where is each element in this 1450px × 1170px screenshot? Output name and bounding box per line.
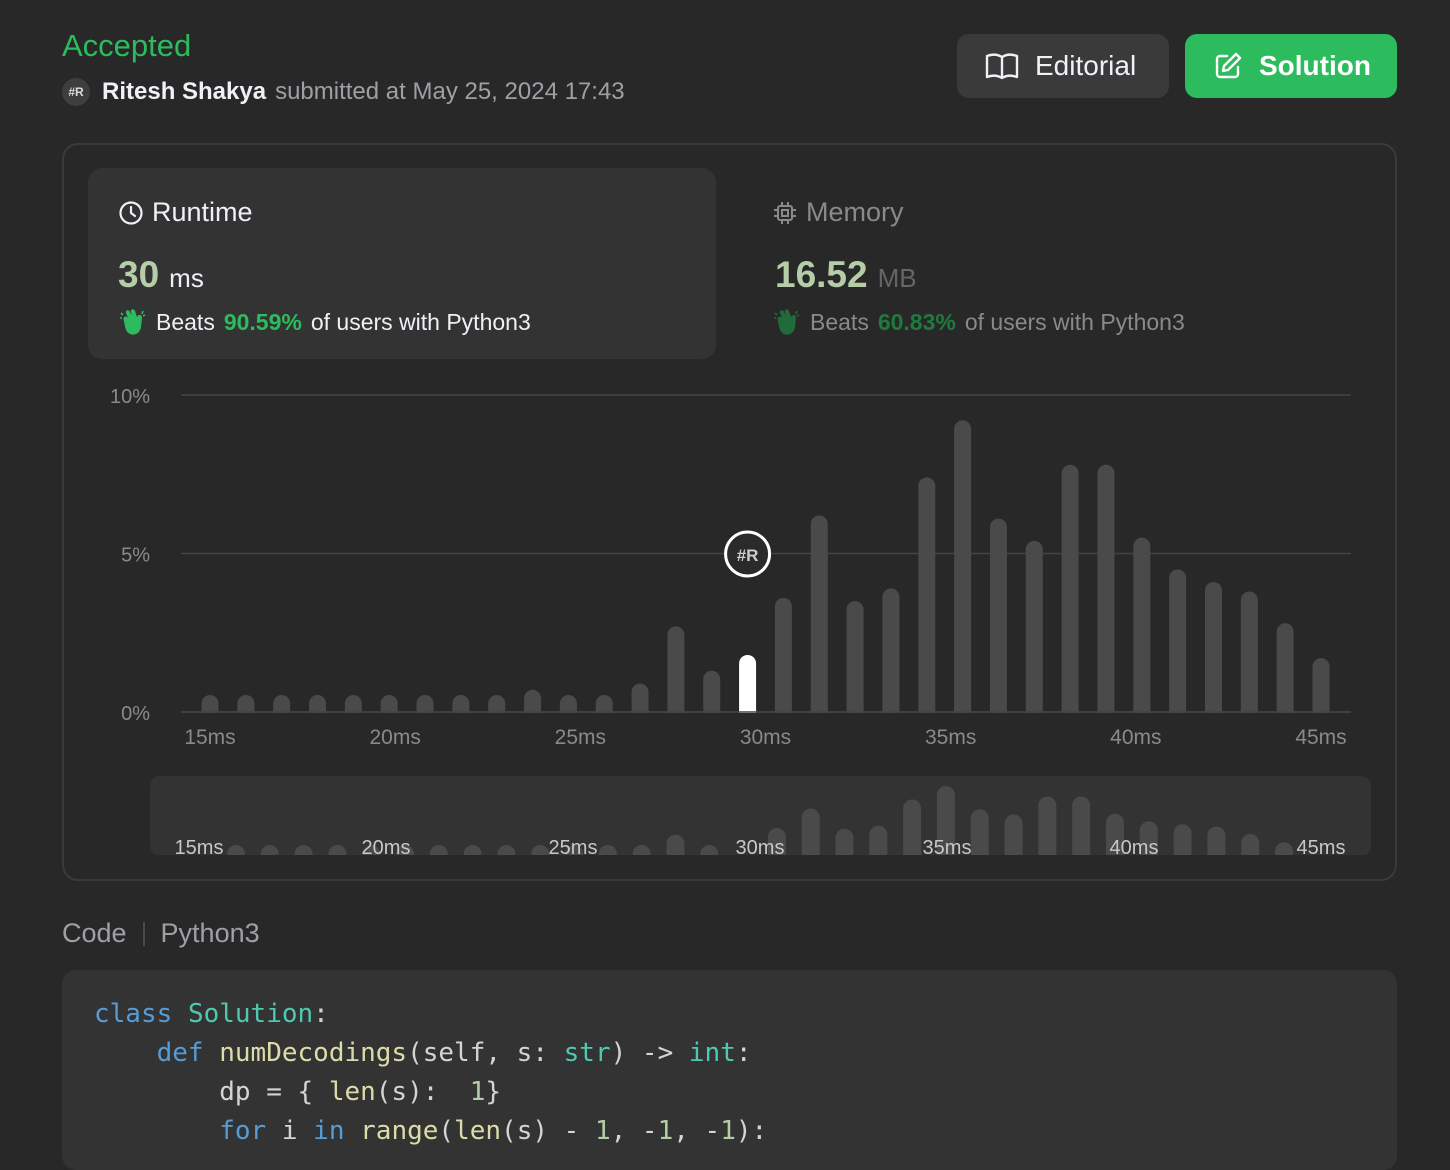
code-token: numDecodings	[219, 1038, 408, 1068]
bar[interactable]	[667, 626, 685, 721]
bar[interactable]	[1240, 591, 1258, 721]
mini-bar	[1038, 796, 1057, 864]
y-tick-label: 0%	[121, 703, 150, 725]
mini-x-label: 25ms	[549, 837, 598, 859]
code-token: 1	[657, 1116, 674, 1146]
code-token: in	[313, 1116, 345, 1146]
code-token: , -	[673, 1116, 721, 1146]
code-token: :	[313, 999, 329, 1029]
code-token: ):	[735, 1116, 768, 1146]
x-tick-label: 40ms	[1110, 726, 1161, 749]
code-line: for i in range(len(s) - 1, -1, -1):	[94, 1116, 767, 1146]
x-tick-label: 30ms	[740, 726, 791, 749]
bar[interactable]	[774, 597, 792, 721]
x-tick-label: 15ms	[184, 726, 235, 749]
code-token: len	[328, 1077, 376, 1107]
code-token: 1	[720, 1116, 736, 1146]
code-token: dp = {	[219, 1077, 329, 1107]
code-token: class	[94, 999, 173, 1029]
marker-avatar-text: #R	[737, 546, 759, 565]
bar[interactable]	[1312, 658, 1330, 721]
mini-x-label: 45ms	[1297, 837, 1346, 859]
y-tick-label: 10%	[110, 386, 150, 408]
code-header: Code Python3	[62, 918, 260, 949]
code-token: (self, s:	[407, 1038, 564, 1068]
x-tick-label: 25ms	[555, 726, 606, 749]
runtime-distribution-chart[interactable]: 10% 5% 0% 15ms 20ms 25ms 30ms 35ms 40ms 45ms 15m…	[0, 0, 1450, 880]
bar-highlight[interactable]	[739, 654, 757, 721]
code-token: i	[266, 1116, 314, 1146]
y-tick-label: 5%	[121, 545, 150, 567]
code-line: dp = { len(s): 1}	[94, 1077, 501, 1107]
bar[interactable]	[1061, 464, 1079, 721]
code-token: (s):	[375, 1077, 470, 1107]
code-token: (s) -	[501, 1116, 595, 1146]
code-token: ) ->	[610, 1038, 689, 1068]
bar[interactable]	[1025, 540, 1043, 721]
code-language: Python3	[160, 918, 260, 948]
mini-x-label: 35ms	[923, 837, 972, 859]
bar[interactable]	[1097, 464, 1115, 721]
code-token: :	[735, 1038, 752, 1068]
bar[interactable]	[954, 420, 972, 721]
mini-bar	[1072, 796, 1091, 864]
code-token: (	[438, 1116, 455, 1146]
code-label: Code	[62, 918, 127, 948]
code-line: class Solution:	[94, 999, 329, 1029]
code-token: 1	[594, 1116, 611, 1146]
bar[interactable]	[1133, 537, 1151, 721]
code-token: }	[485, 1077, 502, 1107]
bar[interactable]	[1169, 569, 1187, 721]
mini-x-label: 15ms	[175, 837, 224, 859]
bar[interactable]	[918, 477, 936, 721]
code-token: int	[688, 1038, 736, 1068]
code-token: for	[219, 1116, 267, 1146]
x-tick-label: 20ms	[369, 726, 420, 749]
bar[interactable]	[1276, 623, 1294, 721]
code-token: len	[454, 1116, 502, 1146]
code-line: def numDecodings(self, s: str) -> int:	[94, 1038, 752, 1068]
x-tick-label: 35ms	[925, 726, 976, 749]
code-token: range	[360, 1116, 439, 1146]
bar[interactable]	[989, 518, 1007, 721]
code-token: str	[563, 1038, 611, 1068]
mini-x-label: 40ms	[1110, 837, 1159, 859]
bar[interactable]	[882, 588, 900, 721]
code-token: 1	[469, 1077, 486, 1107]
bar[interactable]	[846, 601, 864, 721]
divider	[142, 921, 145, 946]
code-token: def	[156, 1038, 204, 1068]
bar[interactable]	[810, 515, 828, 721]
mini-x-label: 30ms	[736, 837, 785, 859]
code-content[interactable]: class Solution: def numDecodings(self, s…	[94, 995, 767, 1151]
mini-x-label: 20ms	[362, 837, 411, 859]
code-token: Solution	[187, 999, 314, 1029]
bar[interactable]	[1204, 582, 1222, 721]
x-tick-label: 45ms	[1295, 726, 1346, 749]
mini-bar	[903, 799, 922, 864]
code-token: , -	[610, 1116, 658, 1146]
